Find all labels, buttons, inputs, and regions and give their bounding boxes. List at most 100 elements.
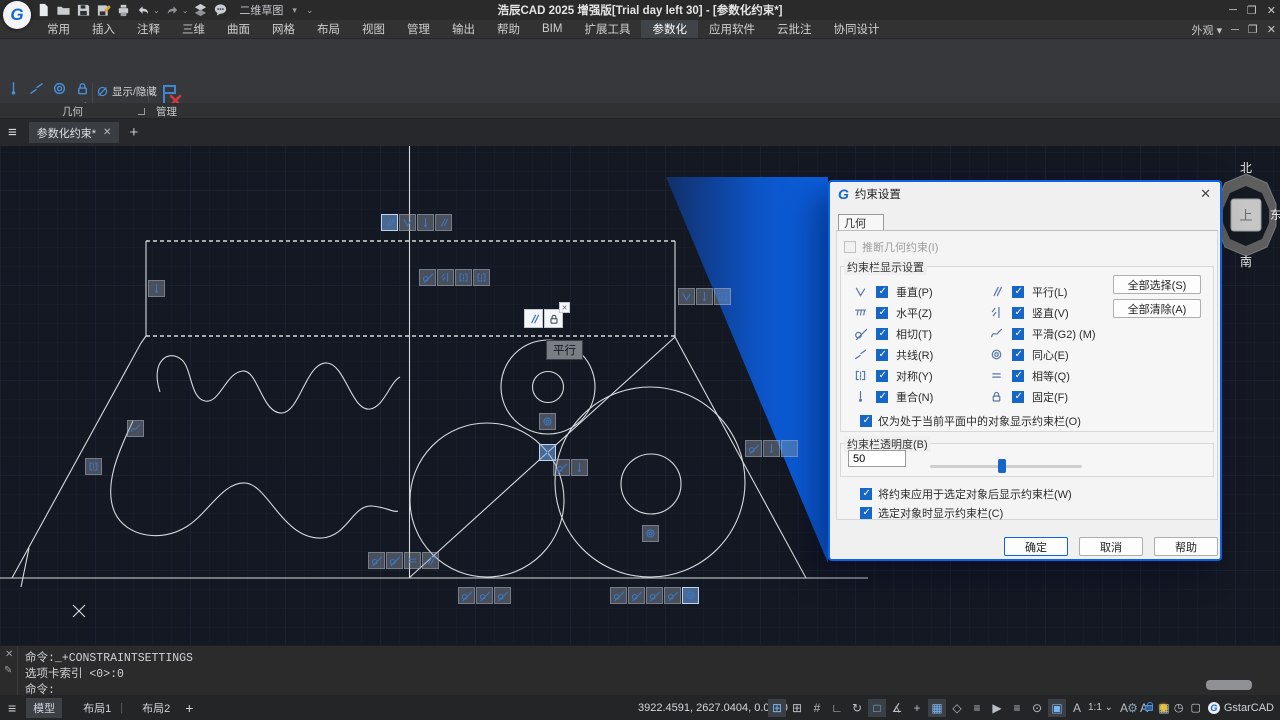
badge-tangent-icon[interactable] bbox=[476, 587, 493, 604]
grid-snap-icon[interactable]: ⊞ bbox=[768, 699, 786, 717]
save-icon[interactable] bbox=[76, 2, 91, 18]
command-close-icon[interactable]: ✕ bbox=[5, 649, 13, 660]
badge-concentric-icon[interactable] bbox=[539, 413, 556, 430]
app-logo-icon[interactable]: G bbox=[3, 1, 31, 29]
parallel-checkbox[interactable] bbox=[1012, 286, 1024, 298]
settings-gear-icon[interactable]: ⚙ bbox=[1127, 701, 1138, 715]
command-line-panel[interactable]: ✕ ✎ 命令:_+CONSTRAINTSETTINGS选项卡索引 <0>:0命令… bbox=[0, 645, 1280, 695]
help-button[interactable]: 帮助 bbox=[1154, 537, 1218, 556]
fullscreen-icon[interactable]: ▢ bbox=[1190, 701, 1200, 714]
constraint-hover-bar[interactable]: ✕ bbox=[524, 309, 563, 328]
zoom-tool-icon[interactable]: ⊙ bbox=[1028, 699, 1046, 717]
ribbon-tab-参数化[interactable]: 参数化 bbox=[641, 20, 698, 38]
ribbon-tab-布局[interactable]: 布局 bbox=[306, 20, 351, 38]
ribbon-tab-注释[interactable]: 注释 bbox=[126, 20, 171, 38]
constraint-badge[interactable] bbox=[678, 288, 731, 305]
show-after-apply-checkbox[interactable] bbox=[860, 488, 872, 500]
restore-icon[interactable]: ❐ bbox=[1247, 4, 1257, 17]
new-file-icon[interactable] bbox=[36, 2, 51, 18]
badge-tangent-icon[interactable] bbox=[745, 440, 762, 457]
open-file-icon[interactable] bbox=[56, 2, 71, 18]
ribbon-tab-管理[interactable]: 管理 bbox=[396, 20, 441, 38]
smooth-checkbox[interactable] bbox=[1012, 328, 1024, 340]
badge-perpendicular-icon[interactable] bbox=[399, 214, 416, 231]
doc-menu-icon[interactable]: ≡ bbox=[8, 124, 17, 141]
badge-tangent-icon[interactable] bbox=[610, 587, 627, 604]
ribbon-tab-插入[interactable]: 插入 bbox=[81, 20, 126, 38]
badge-parallel-icon[interactable] bbox=[381, 214, 398, 231]
constraint-badge[interactable] bbox=[419, 269, 490, 286]
horizontal-checkbox[interactable] bbox=[876, 307, 888, 319]
badge-smooth-icon[interactable] bbox=[127, 420, 144, 437]
workspace-select[interactable]: 二维草图 bbox=[239, 2, 283, 18]
badge-coincident-icon[interactable] bbox=[417, 214, 434, 231]
badge-symmetric-icon[interactable] bbox=[781, 440, 798, 457]
ortho-mode-icon[interactable]: ∟ bbox=[828, 699, 846, 717]
show-on-select-checkbox[interactable] bbox=[860, 507, 872, 519]
fixed-checkbox[interactable] bbox=[1012, 391, 1024, 403]
badge-equal-icon[interactable] bbox=[404, 552, 421, 569]
badge-concentric-icon[interactable] bbox=[682, 587, 699, 604]
infer-constraints-checkbox[interactable] bbox=[844, 241, 856, 253]
print-icon[interactable] bbox=[116, 2, 131, 18]
constraint-badge[interactable] bbox=[458, 587, 511, 604]
ribbon-tab-帮助[interactable]: 帮助 bbox=[486, 20, 531, 38]
badge-symmetric-icon[interactable] bbox=[473, 269, 490, 286]
constraint-badge[interactable] bbox=[745, 440, 798, 457]
badge-tangent-icon[interactable] bbox=[664, 587, 681, 604]
transparency-slider-track[interactable] bbox=[930, 465, 1082, 468]
constraint-badge[interactable] bbox=[553, 459, 588, 476]
constraint-badge[interactable] bbox=[610, 587, 699, 604]
ribbon-tab-网格[interactable]: 网格 bbox=[261, 20, 306, 38]
undo-icon[interactable] bbox=[136, 2, 151, 18]
badge-parallel-icon[interactable] bbox=[435, 214, 452, 231]
equal-checkbox[interactable] bbox=[1012, 370, 1024, 382]
ribbon-tab-协同设计[interactable]: 协同设计 bbox=[822, 20, 890, 38]
constraint-collinear-button[interactable] bbox=[29, 81, 44, 101]
dynamic-input-icon[interactable]: ≡ bbox=[968, 699, 986, 717]
close-icon[interactable]: ✕ bbox=[1267, 4, 1276, 17]
transparency-slider-thumb[interactable] bbox=[998, 459, 1006, 473]
appearance-dropdown[interactable]: 外观 ▾ bbox=[1192, 22, 1223, 38]
badge-tangent-icon[interactable] bbox=[494, 587, 511, 604]
symmetric-checkbox[interactable] bbox=[876, 370, 888, 382]
constraint-fixed-button[interactable] bbox=[75, 81, 90, 101]
dialog-title-bar[interactable]: G 约束设置 bbox=[830, 182, 1220, 206]
current-plane-checkbox[interactable] bbox=[860, 415, 872, 427]
dialog-close-icon[interactable]: ✕ bbox=[1200, 186, 1211, 202]
constraint-concentric-button[interactable] bbox=[52, 81, 67, 101]
badge-tangent-icon[interactable] bbox=[646, 587, 663, 604]
badge-coincident-icon[interactable] bbox=[571, 459, 588, 476]
command-scrollbar[interactable] bbox=[1206, 680, 1252, 690]
ui-lock-icon[interactable] bbox=[1145, 705, 1153, 711]
grid-display-icon[interactable]: ⊞ bbox=[788, 699, 806, 717]
document-tab-close-icon[interactable]: ✕ bbox=[103, 127, 111, 138]
constraint-badge[interactable] bbox=[148, 280, 165, 297]
collinear-checkbox[interactable] bbox=[876, 349, 888, 361]
hoverbar-parallel-icon[interactable] bbox=[524, 309, 543, 328]
ribbon-tab-常用[interactable]: 常用 bbox=[36, 20, 81, 38]
selection-cycling-icon[interactable]: ▶ bbox=[988, 699, 1006, 717]
ribbon-restore-icon[interactable]: ❐ bbox=[1248, 23, 1258, 36]
layer-isolate-icon[interactable]: ≡ bbox=[1008, 699, 1026, 717]
isometric-draft-icon[interactable]: ◇ bbox=[948, 699, 966, 717]
angle-snap-icon[interactable]: ∡ bbox=[888, 699, 906, 717]
toolbar-customize-icon[interactable]: ⌄ bbox=[306, 5, 314, 16]
chat-icon[interactable] bbox=[213, 2, 228, 18]
badge-coincident-icon[interactable] bbox=[148, 280, 165, 297]
new-document-tab-icon[interactable]: + bbox=[129, 124, 138, 141]
object-snap-icon[interactable]: □ bbox=[868, 699, 886, 717]
badge-perpendicular-icon[interactable] bbox=[678, 288, 695, 305]
clear-all-button[interactable]: 全部清除(A) bbox=[1113, 299, 1201, 318]
save-as-icon[interactable] bbox=[96, 2, 111, 18]
badge-coincident-icon[interactable] bbox=[763, 440, 780, 457]
constraint-badge[interactable] bbox=[127, 420, 144, 437]
hatch-snap-icon[interactable]: ▦ bbox=[928, 699, 946, 717]
layout-tab-模型[interactable]: 模型 bbox=[26, 698, 62, 718]
document-tab[interactable]: 参数化约束* ✕ bbox=[29, 122, 120, 143]
coincident-checkbox[interactable] bbox=[876, 391, 888, 403]
minimize-icon[interactable]: ─ bbox=[1229, 4, 1237, 16]
snap-mode-icon[interactable]: # bbox=[808, 699, 826, 717]
view-cube[interactable]: 上 北 南 东 bbox=[1212, 160, 1280, 268]
vertical-checkbox[interactable] bbox=[1012, 307, 1024, 319]
